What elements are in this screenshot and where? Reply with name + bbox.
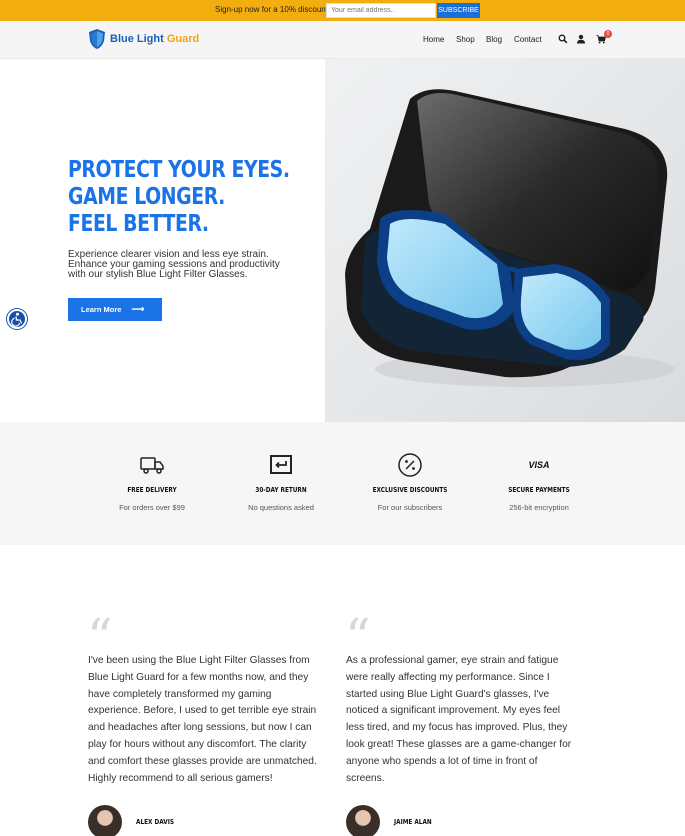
hero-product-image: [325, 59, 685, 422]
testimonial-line: started using Blue Light Guard's glasses…: [346, 688, 550, 700]
hero-title-line: GAME LONGER.: [68, 184, 225, 210]
testimonial-line: As a professional gamer, eye strain and …: [346, 655, 559, 666]
feature-subtitle: No questions asked: [248, 503, 314, 512]
hero-subtitle-line: with our stylish Blue Light Filter Glass…: [68, 269, 248, 280]
nav-link-blog[interactable]: Blog: [486, 35, 502, 44]
testimonial-line: I've been using the Blue Light Filter Gl…: [88, 655, 310, 666]
testimonial-line: and comfort these glasses provide are un…: [88, 755, 317, 767]
testimonial-line: were really affecting my performance. Si…: [346, 671, 550, 683]
newsletter-email-input[interactable]: [326, 3, 436, 18]
search-icon[interactable]: [558, 34, 568, 44]
arrow-right-icon: ⟶: [131, 304, 145, 314]
learn-more-button[interactable]: Learn More ⟶: [68, 298, 162, 321]
feature-secure-payments: VISA SECURE PAYMENTS 256-bit encryption: [479, 452, 599, 512]
user-icon[interactable]: [576, 34, 586, 44]
testimonial-line: and headaches after long sessions, but n…: [88, 722, 312, 734]
feature-title: 30-DAY RETURN: [255, 486, 307, 494]
nav-link-shop[interactable]: Shop: [456, 35, 475, 44]
testimonial-line: Blue Light Guard for a few months now, a…: [88, 671, 309, 683]
hero-title-line: PROTECT YOUR EYES.: [68, 157, 290, 183]
testimonial-line: Highly recommend to all serious gamers!: [88, 772, 273, 784]
hero-text-panel: [0, 59, 325, 422]
feature-exclusive-discounts: EXCLUSIVE DISCOUNTS For our subscribers: [350, 452, 470, 512]
testimonial-line: have completely transformed my gaming: [88, 688, 272, 700]
discount-icon: [398, 453, 422, 477]
testimonial-line: less tired, and my focus has improved. P…: [346, 722, 568, 734]
promo-text: Sign-up now for a 10% discount!: [215, 5, 331, 14]
hero-subtitle: Experience clearer vision and less eye s…: [68, 250, 308, 280]
testimonial-line: noticed a significant improvement. My ey…: [346, 705, 561, 717]
testimonial-line: play for hours without any discomfort. T…: [88, 738, 307, 750]
nav-link-contact[interactable]: Contact: [514, 35, 542, 44]
testimonial-author: JAIME ALAN: [394, 818, 432, 826]
feature-subtitle: 256-bit encryption: [509, 503, 569, 512]
testimonial-line: screens.: [346, 772, 385, 784]
cart-count-badge: 0: [604, 30, 612, 38]
logo-text-secondary: Guard: [166, 33, 200, 45]
accessibility-icon[interactable]: [7, 309, 27, 329]
subscribe-button[interactable]: SUBSCRIBE: [437, 3, 480, 18]
site-header: Blue Light Guard Home Shop Blog Contact …: [0, 21, 685, 59]
promo-bar: Sign-up now for a 10% discount! SUBSCRIB…: [0, 0, 685, 21]
feature-title: EXCLUSIVE DISCOUNTS: [372, 486, 448, 494]
feature-title: SECURE PAYMENTS: [508, 486, 570, 494]
testimonial-line: look great! These glasses are a game-cha…: [346, 738, 572, 750]
testimonial-author: ALEX DAVIS: [136, 818, 174, 826]
testimonial-text: As a professional gamer, eye strain and …: [346, 653, 586, 787]
feature-30-day-return: 30-DAY RETURN No questions asked: [221, 452, 341, 512]
feature-subtitle: For our subscribers: [377, 503, 443, 512]
avatar: [346, 805, 380, 836]
avatar: [88, 805, 122, 836]
feature-subtitle: For orders over $99: [119, 503, 185, 512]
hero-title-line: FEEL BETTER.: [68, 211, 209, 237]
shield-logo-icon: [89, 29, 105, 49]
feature-title: FREE DELIVERY: [127, 486, 177, 494]
logo-text-primary: Blue Light: [110, 33, 164, 45]
hero-title: PROTECT YOUR EYES. GAME LONGER. FEEL BET…: [68, 157, 290, 238]
truck-icon: [140, 457, 164, 474]
site-logo[interactable]: Blue Light Guard: [88, 28, 199, 50]
return-icon: [270, 455, 292, 474]
learn-more-label: Learn More: [81, 305, 122, 314]
feature-free-delivery: FREE DELIVERY For orders over $99: [92, 452, 212, 512]
testimonial-text: I've been using the Blue Light Filter Gl…: [88, 653, 328, 787]
visa-icon: VISA: [528, 460, 550, 470]
nav-link-home[interactable]: Home: [423, 35, 444, 44]
testimonial-line: anyone who spends a lot of time in front…: [346, 755, 538, 767]
testimonial-line: experience. Before, I used to get terrib…: [88, 705, 317, 717]
